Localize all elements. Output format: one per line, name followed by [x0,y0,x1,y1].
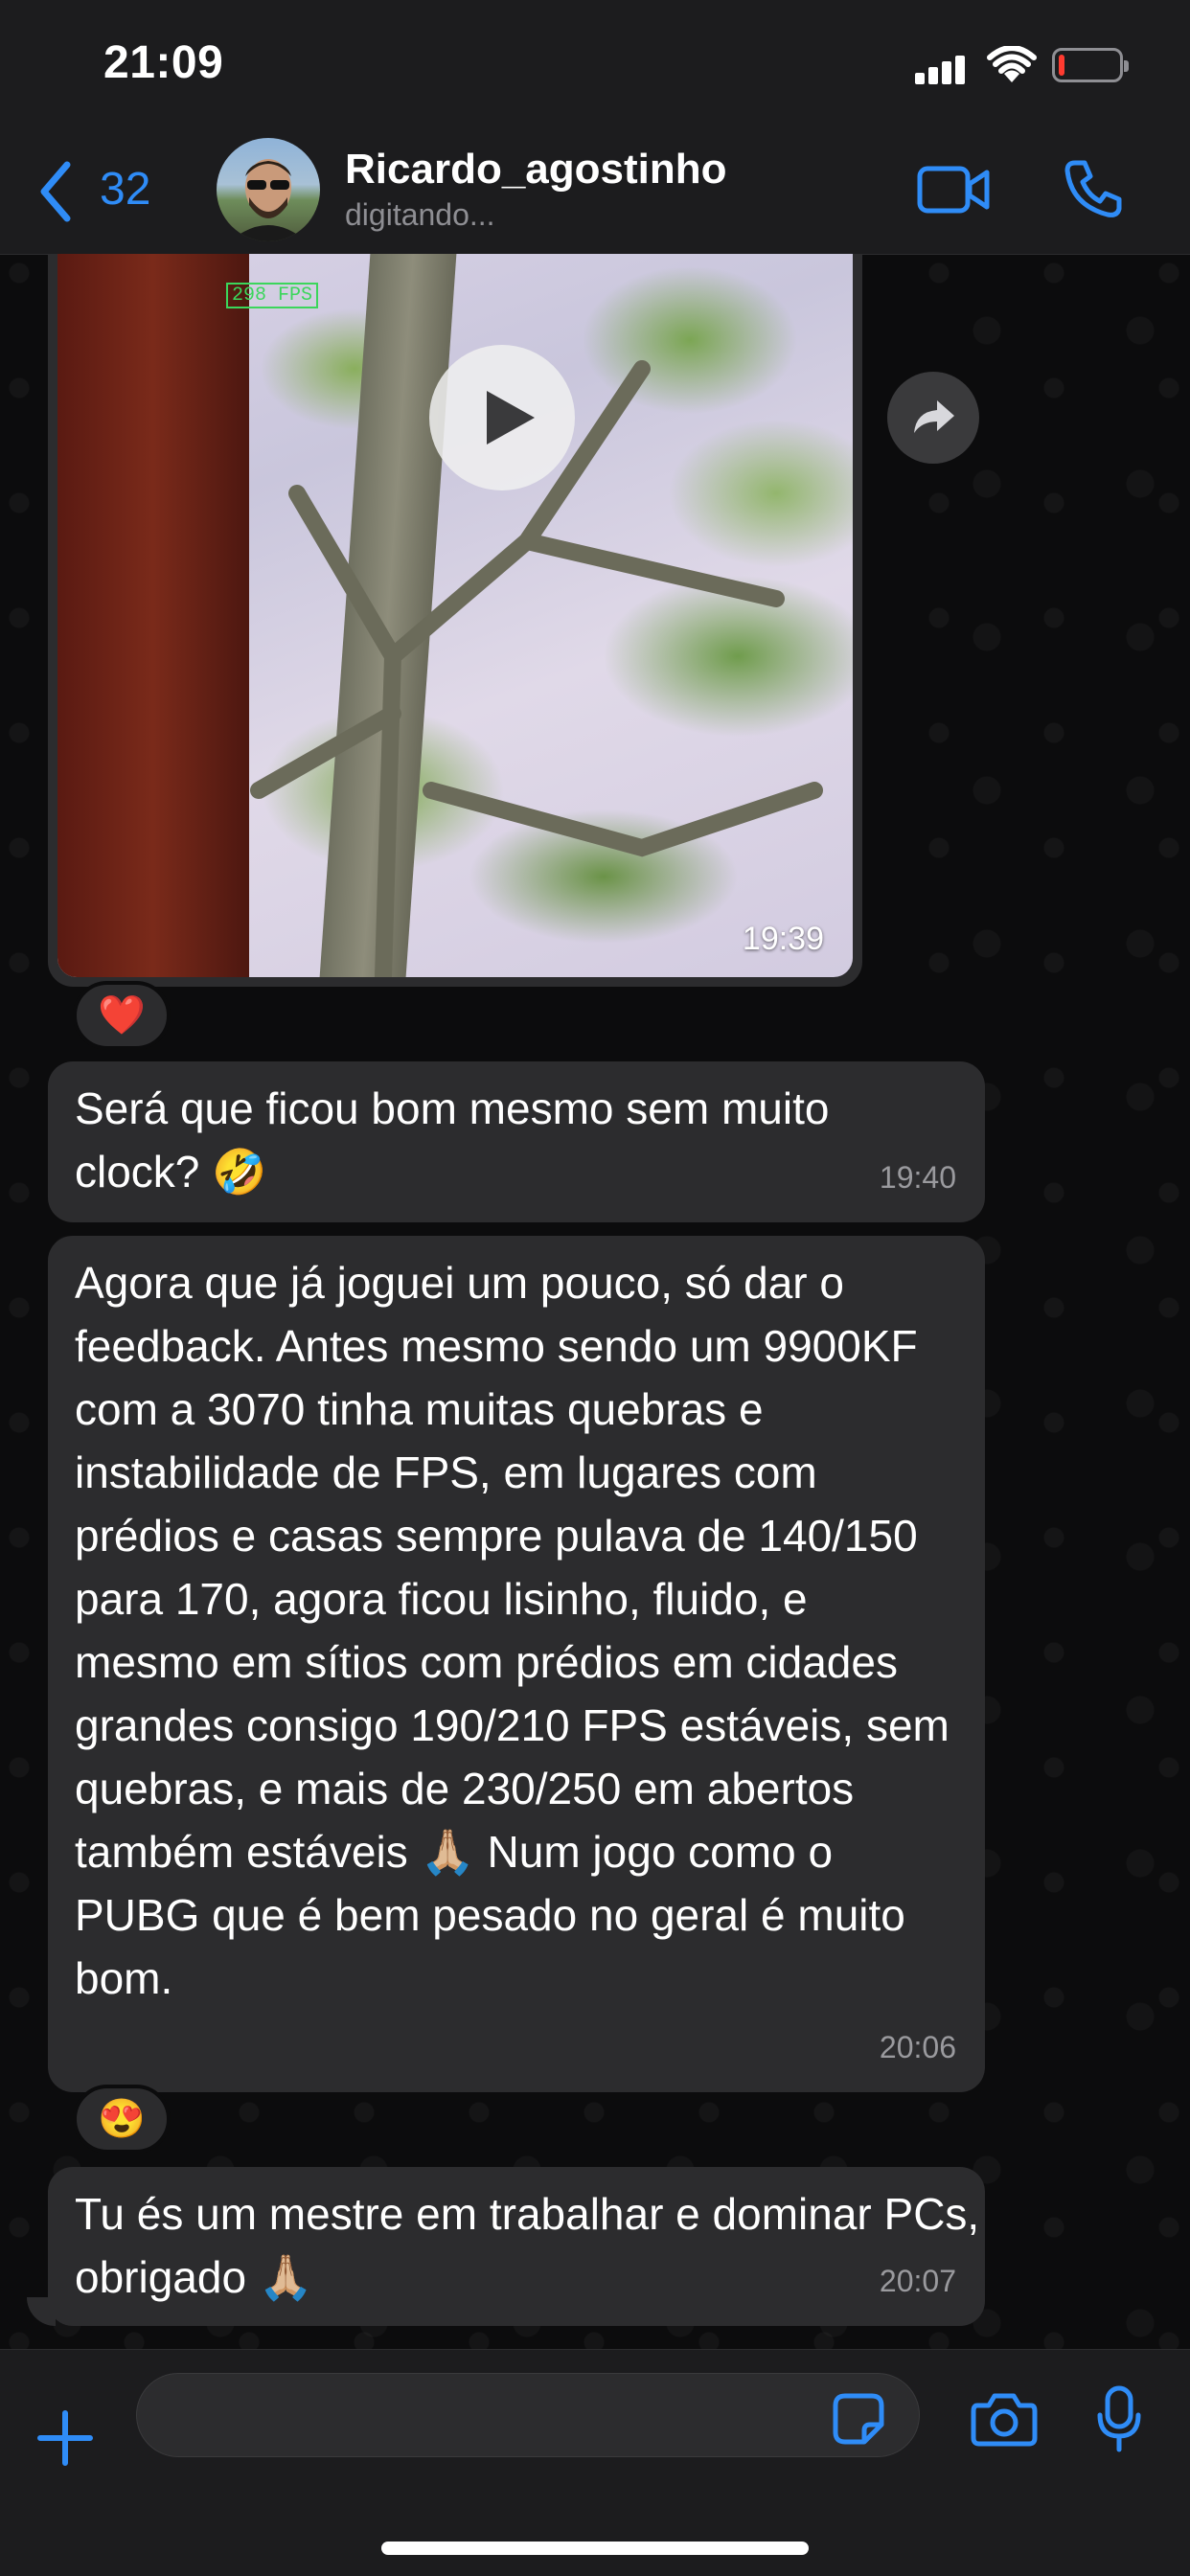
status-bar: 21:09 [0,0,1190,134]
wifi-icon [987,46,1037,82]
play-icon[interactable] [429,345,575,490]
message-time: 20:06 [879,2030,956,2064]
contact-name[interactable]: Ricardo_agostinho [345,146,727,194]
battery-icon [1052,48,1129,82]
message-text: Será que ficou bom mesmo sem muito clock… [75,1083,830,1197]
video-message[interactable]: 298 FPS 19:39 [48,254,862,987]
message-input[interactable] [136,2373,920,2457]
chat-header: 32 Ricardo_agostinho digitando... [0,134,1190,255]
message-bubble[interactable]: Tu és um mestre em trabalhar e dominar P… [48,2167,985,2326]
fps-overlay: 298 FPS [226,283,319,308]
message-bubble[interactable]: Será que ficou bom mesmo sem muito clock… [48,1061,985,1222]
phone-icon[interactable] [1062,157,1125,220]
typing-status: digitando... [345,197,495,232]
sticker-icon[interactable] [832,2392,885,2446]
plus-icon[interactable] [34,2407,96,2469]
video-call-icon[interactable] [916,161,993,218]
unread-count[interactable]: 32 [100,163,150,216]
message-bubble[interactable]: Agora que já joguei um pouco, só dar o f… [48,1236,985,2092]
reaction-heart-eyes[interactable]: 😍 [73,2085,171,2154]
video-thumbnail[interactable]: 298 FPS 19:39 [57,254,853,977]
message-time: 20:07 [879,2264,956,2298]
home-indicator [381,2542,809,2555]
status-time: 21:09 [103,37,224,88]
back-chevron-icon[interactable] [36,161,75,222]
signal-icon [915,54,965,84]
message-time: 19:39 [742,921,824,957]
input-bar [0,2349,1190,2576]
avatar[interactable] [217,138,320,241]
microphone-icon[interactable] [1094,2384,1144,2453]
forward-icon[interactable] [887,372,979,464]
message-text: Tu és um mestre em trabalhar e dominar P… [75,2189,980,2302]
reaction-heart[interactable]: ❤️ [73,981,171,1050]
message-text: Agora que já joguei um pouco, só dar o f… [75,1258,950,2003]
camera-icon[interactable] [970,2390,1039,2448]
message-time: 19:40 [879,1160,956,1195]
